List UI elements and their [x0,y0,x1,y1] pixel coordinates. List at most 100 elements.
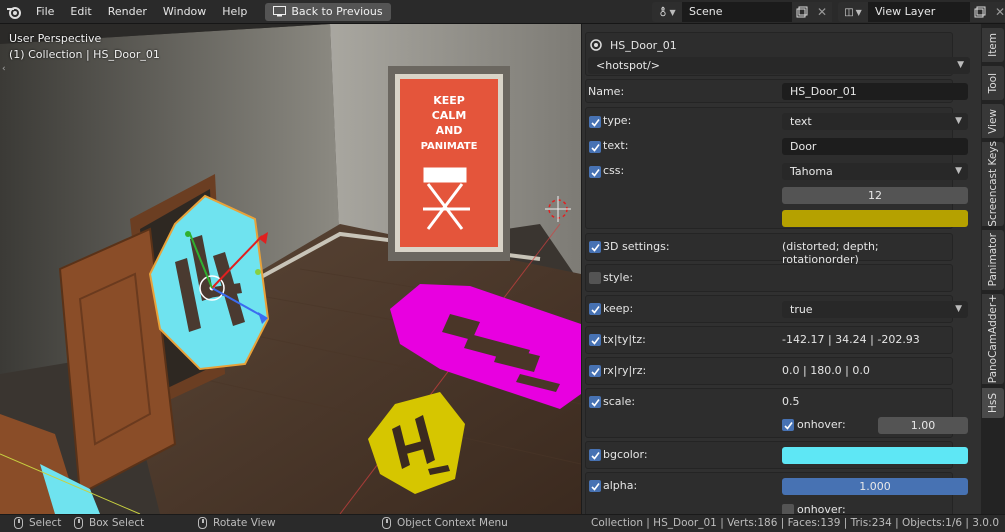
status-context-menu-label: Object Context Menu [397,517,508,529]
3d-viewport[interactable]: KEEP CALM AND PANIMATE ‹ User Perspectiv… [0,24,581,514]
blender-logo-icon[interactable] [0,0,28,24]
status-select-label: Select [29,517,62,529]
keep-checkbox[interactable] [589,303,601,315]
style-label: style: [603,271,634,284]
keep-dropdown[interactable]: true ▼ [782,301,968,318]
view-layer-browse-dropdown[interactable]: ◫ ▼ [838,2,868,22]
status-rotate-label: Rotate View [213,517,276,529]
tab-tool-label: Tool [987,72,999,94]
alpha-row: alpha: 1.000 onhover: [585,472,968,514]
tag-dropdown[interactable]: <hotspot/> ▼ [588,57,970,74]
object-data-icon [590,39,602,51]
tab-view[interactable]: View [982,104,1004,138]
alpha-label: alpha: [603,479,638,492]
name-field[interactable]: HS_Door_01 [782,83,968,100]
tab-screencast-keys[interactable]: Screencast Keys [982,141,1004,227]
mouse-right-icon [382,517,391,529]
tab-view-label: View [987,108,999,134]
view-layer-icon: ◫ [844,6,854,18]
scale-onhover-field[interactable]: 1.00 [878,417,968,434]
3d-settings-label: 3D settings: [603,240,670,253]
new-scene-icon[interactable] [792,2,812,22]
view-layer-field[interactable]: View Layer [868,2,970,22]
type-checkbox[interactable] [589,116,601,128]
tab-hss-label: HsS [987,392,999,414]
check-icon [590,398,600,407]
back-to-previous-button[interactable]: Back to Previous [265,2,391,21]
rotation-checkbox[interactable] [589,365,601,377]
keep-row: keep: true ▼ [585,295,968,323]
chevron-down-icon: ▼ [855,7,862,17]
bgcolor-label: bgcolor: [603,448,648,461]
style-row: style: [585,264,953,292]
tab-tool[interactable]: Tool [982,66,1004,100]
mouse-left-icon [14,517,23,529]
type-value: text [790,115,812,128]
check-icon [590,118,600,127]
delete-view-layer-icon[interactable]: ✕ [990,2,1005,22]
3d-settings-row: 3D settings: (distorted; depth; rotation… [585,233,953,266]
status-stats: Collection | HS_Door_01 | Verts:186 | Fa… [591,517,999,529]
menu-window[interactable]: Window [155,0,214,24]
scale-value: 0.5 [782,395,800,408]
svg-text:PANIMATE: PANIMATE [421,141,478,152]
mouse-middle-icon [198,517,207,529]
menu-edit[interactable]: Edit [62,0,99,24]
object-name-title: HS_Door_01 [610,39,677,52]
status-bar: Select Box Select Rotate View Object Con… [0,514,1005,532]
tab-hss[interactable]: HsS [982,388,1004,418]
scene-name-field[interactable]: Scene [682,2,792,22]
translation-checkbox[interactable] [589,334,601,346]
translation-value: -142.17 | 34.24 | -202.93 [782,333,920,346]
menu-file[interactable]: File [28,0,62,24]
3d-settings-checkbox[interactable] [589,241,601,253]
new-view-layer-icon[interactable] [970,2,990,22]
viewport-scene: KEEP CALM AND PANIMATE [0,24,581,514]
scene-browse-dropdown[interactable]: ⚨ ▼ [652,2,682,22]
status-rotate-hint: Rotate View [198,517,276,529]
3d-settings-value: (distorted; depth; rotationorder) [782,240,879,266]
rotation-label: rx|ry|rz: [603,364,647,377]
svg-text:AND: AND [436,124,463,137]
text-checkbox[interactable] [589,141,601,153]
status-select-hint: Select [14,517,61,529]
menu-help[interactable]: Help [214,0,255,24]
tab-screencast-keys-label: Screencast Keys [987,141,999,227]
bgcolor-row: bgcolor: [585,441,968,469]
collapse-arrow-icon[interactable]: ‹ [2,64,6,74]
name-label: Name: [588,85,625,98]
font-dropdown[interactable]: Tahoma ▼ [782,163,968,180]
bgcolor-swatch[interactable] [782,447,968,464]
text-field[interactable]: Door [782,138,968,155]
tab-panimator[interactable]: Panimator [982,230,1004,290]
bgcolor-checkbox[interactable] [589,449,601,461]
menu-render[interactable]: Render [100,0,155,24]
chevron-down-icon: ▼ [957,60,964,70]
type-dropdown[interactable]: text ▼ [782,113,968,130]
chevron-down-icon: ▼ [955,304,962,314]
status-context-menu-hint: Object Context Menu [382,517,508,529]
alpha-onhover-checkbox[interactable] [782,504,794,514]
check-icon [590,305,600,314]
delete-scene-icon[interactable]: ✕ [812,2,832,22]
alpha-checkbox[interactable] [589,480,601,492]
scene-icon: ⚨ [658,5,668,19]
scale-checkbox[interactable] [589,396,601,408]
scale-onhover-checkbox[interactable] [782,419,794,431]
name-row: Name: HS_Door_01 [585,79,968,103]
style-checkbox[interactable] [589,272,601,284]
sidebar-tabs: Item Tool View Screencast Keys Panimator… [981,24,1005,514]
scale-label: scale: [603,395,636,408]
keep-label: keep: [603,302,634,315]
tab-panocamadder[interactable]: PanoCamAdder+ [982,294,1004,384]
rotation-row: rx|ry|rz: 0.0 | 180.0 | 0.0 [585,357,953,385]
check-icon [590,482,600,491]
scale-row: scale: 0.5 onhover: 1.00 [585,388,968,438]
text-color-swatch[interactable] [782,210,968,227]
tab-item[interactable]: Item [982,28,1004,62]
alpha-slider[interactable]: 1.000 [782,478,968,495]
font-size-field[interactable]: 12 [782,187,968,204]
css-checkbox[interactable] [589,166,601,178]
status-box-select-label: Box Select [89,517,145,529]
chevron-down-icon: ▼ [955,116,962,126]
